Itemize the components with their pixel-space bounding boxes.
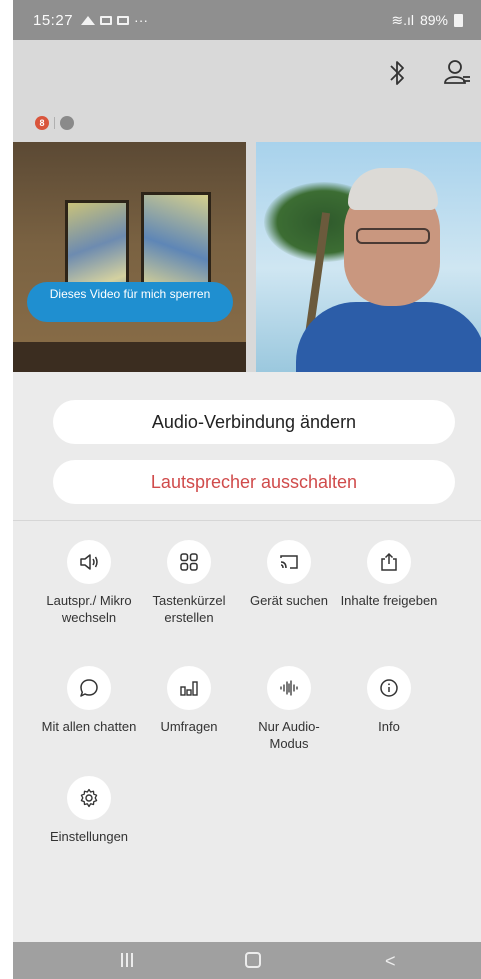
video-tile-right[interactable] bbox=[256, 142, 481, 372]
home-icon[interactable] bbox=[245, 952, 261, 968]
audio-only-item[interactable]: Nur Audio-Modus bbox=[239, 666, 339, 752]
mute-speaker-button[interactable]: Lautsprecher ausschalten bbox=[53, 460, 455, 504]
grid-icon bbox=[167, 540, 211, 584]
battery-icon bbox=[454, 13, 463, 27]
switch-speaker-item[interactable]: Lautspr./ Mikro wechseln bbox=[39, 540, 139, 626]
status-right: ≋.ıl 89% bbox=[391, 12, 463, 29]
participant-hair bbox=[348, 168, 438, 210]
polls-item[interactable]: Umfragen bbox=[139, 666, 239, 735]
cloud-icon bbox=[81, 15, 96, 25]
gear-icon bbox=[67, 776, 111, 820]
signal-icon: ≋.ıl bbox=[391, 11, 414, 28]
info-icon bbox=[367, 666, 411, 710]
image-icon bbox=[100, 15, 113, 25]
recording-badge: 8 bbox=[35, 116, 49, 130]
polls-label: Umfragen bbox=[160, 719, 218, 734]
status-time: 15:27 bbox=[33, 11, 74, 29]
chat-all-label: Mit allen chatten bbox=[41, 719, 137, 734]
share-content-label: Inhalte freigeben bbox=[340, 593, 438, 608]
share-icon bbox=[367, 540, 411, 584]
cast-icon bbox=[267, 540, 311, 584]
back-icon[interactable]: < bbox=[385, 951, 396, 972]
chat-icon bbox=[67, 666, 111, 710]
meeting-toolbar bbox=[13, 40, 481, 108]
status-notification-icons: ··· bbox=[81, 12, 148, 28]
info-item[interactable]: Info bbox=[339, 666, 439, 735]
indicator-divider bbox=[54, 117, 55, 129]
speaker-icon bbox=[67, 540, 111, 584]
battery-percent: 89% bbox=[419, 12, 448, 28]
poll-chart-icon bbox=[167, 666, 211, 710]
find-device-item[interactable]: Gerät suchen bbox=[239, 540, 339, 609]
phone-screen: 15:27 ··· ≋.ıl 89% 8 Dieses Video für mi… bbox=[13, 0, 481, 979]
android-nav-bar: < bbox=[13, 942, 481, 979]
audio-only-label: Nur Audio-Modus bbox=[258, 719, 320, 751]
shortcut-item[interactable]: Tastenkürzel erstellen bbox=[139, 540, 239, 626]
connection-indicators: 8 bbox=[35, 116, 74, 130]
settings-label: Einstellungen bbox=[49, 829, 129, 844]
share-content-item[interactable]: Inhalte freigeben bbox=[339, 540, 439, 609]
switch-speaker-label: Lautspr./ Mikro wechseln bbox=[46, 593, 132, 625]
screen-margin bbox=[0, 0, 13, 979]
shortcut-label: Tastenkürzel erstellen bbox=[152, 593, 226, 625]
find-device-label: Gerät suchen bbox=[249, 593, 329, 608]
participant-shirt bbox=[296, 302, 481, 372]
video-tile-left[interactable]: Dieses Video für mich sperren bbox=[13, 142, 246, 372]
calendar-icon bbox=[117, 15, 130, 25]
bluetooth-icon[interactable] bbox=[385, 58, 409, 88]
settings-item[interactable]: Einstellungen bbox=[39, 776, 139, 845]
furniture bbox=[13, 342, 246, 372]
chat-all-item[interactable]: Mit allen chatten bbox=[39, 666, 139, 735]
recent-apps-icon[interactable] bbox=[121, 953, 135, 967]
waveform-icon bbox=[267, 666, 311, 710]
participants-icon[interactable] bbox=[443, 57, 471, 87]
change-audio-connection-button[interactable]: Audio-Verbindung ändern bbox=[53, 400, 455, 444]
status-bar: 15:27 ··· ≋.ıl 89% bbox=[13, 0, 481, 40]
meeting-options-sheet: Audio-Verbindung ändern Lautsprecher aus… bbox=[13, 372, 481, 942]
encryption-icon bbox=[60, 116, 74, 130]
lock-video-button[interactable]: Dieses Video für mich sperren bbox=[27, 282, 233, 322]
participant-glasses bbox=[356, 228, 430, 244]
info-label: Info bbox=[378, 719, 400, 734]
sheet-divider bbox=[13, 520, 481, 521]
more-notifications-dots: ··· bbox=[134, 12, 149, 28]
